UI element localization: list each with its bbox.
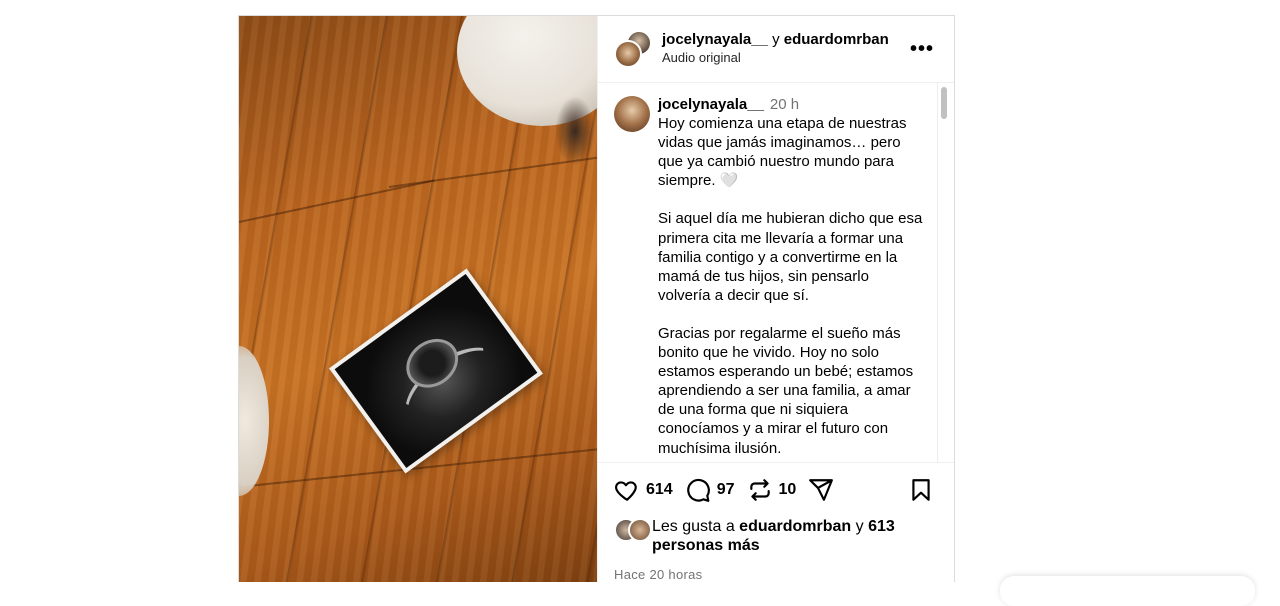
caption-text: jocelynayala__ 20 h Hoy comienza una etap… — [658, 95, 923, 458]
post-header: jocelynayala__ y eduardomrban Audio orig… — [598, 16, 954, 83]
liked-by-text: Les gusta a eduardomrban y 613 personas … — [652, 517, 938, 555]
caption-paragraph: Gracias por regalarme el sueño más bonit… — [658, 324, 914, 457]
scrollbar[interactable] — [937, 83, 950, 462]
avatar[interactable] — [628, 518, 652, 542]
action-bar: 614 97 10 — [614, 463, 938, 517]
repost-icon — [749, 479, 770, 501]
post-modal: jocelynayala__ y eduardomrban Audio orig… — [238, 15, 955, 582]
connector-text: y — [767, 31, 784, 48]
like-count: 614 — [646, 481, 673, 498]
comment-button[interactable]: 97 — [685, 477, 735, 503]
like-button[interactable]: 614 — [614, 477, 673, 503]
liked-by-avatars[interactable] — [614, 518, 652, 542]
floor-seam — [239, 179, 435, 223]
avatar[interactable] — [614, 96, 650, 132]
dog-fur-shadow — [555, 96, 595, 166]
message-tray[interactable] — [1000, 576, 1255, 606]
collab-avatars[interactable] — [614, 30, 652, 68]
liked-by-prefix: Les gusta a — [652, 518, 740, 535]
dog-paw — [239, 346, 269, 496]
send-icon — [809, 479, 834, 501]
username-link[interactable]: jocelynayala__ — [658, 96, 764, 113]
share-button[interactable] — [808, 477, 834, 503]
save-button[interactable] — [908, 477, 934, 503]
connector-text: y — [851, 518, 869, 535]
avatar[interactable] — [614, 40, 642, 68]
username-link[interactable]: eduardomrban — [784, 31, 889, 48]
repost-button[interactable]: 10 — [747, 477, 797, 503]
post-media[interactable] — [239, 16, 597, 582]
caption: jocelynayala__ 20 h Hoy comienza una etap… — [598, 83, 954, 458]
comment-icon — [686, 478, 710, 502]
post-timestamp[interactable]: Hace 20 horas — [614, 567, 938, 582]
username-link[interactable]: jocelynayala__ — [662, 31, 768, 48]
caption-paragraph: Hoy comienza una etapa de nuestras vidas… — [658, 115, 907, 190]
more-options-icon[interactable]: ••• — [906, 38, 938, 61]
username-link[interactable]: eduardomrban — [739, 518, 851, 535]
post-footer: 614 97 10 Les gusta a eduardomrban y 613… — [598, 462, 954, 582]
liked-by: Les gusta a eduardomrban y 613 personas … — [614, 517, 938, 555]
ultrasound-photo — [329, 268, 543, 474]
ultrasound-scan — [334, 274, 538, 468]
comments-area[interactable]: jocelynayala__ 20 h Hoy comienza una etap… — [598, 83, 954, 462]
caption-paragraph: Si aquel día me hubieran dicho que esa p… — [658, 210, 923, 304]
comment-count: 97 — [716, 481, 735, 498]
heart-icon — [615, 481, 637, 501]
audio-link[interactable]: Audio original — [662, 49, 906, 67]
post-panel: jocelynayala__ y eduardomrban Audio orig… — [597, 16, 954, 582]
scrollbar-thumb[interactable] — [941, 87, 947, 119]
bookmark-icon — [912, 479, 930, 501]
repost-count: 10 — [778, 481, 797, 498]
caption-time[interactable]: 20 h — [770, 96, 799, 113]
header-names: jocelynayala__ y eduardomrban Audio orig… — [662, 31, 906, 67]
